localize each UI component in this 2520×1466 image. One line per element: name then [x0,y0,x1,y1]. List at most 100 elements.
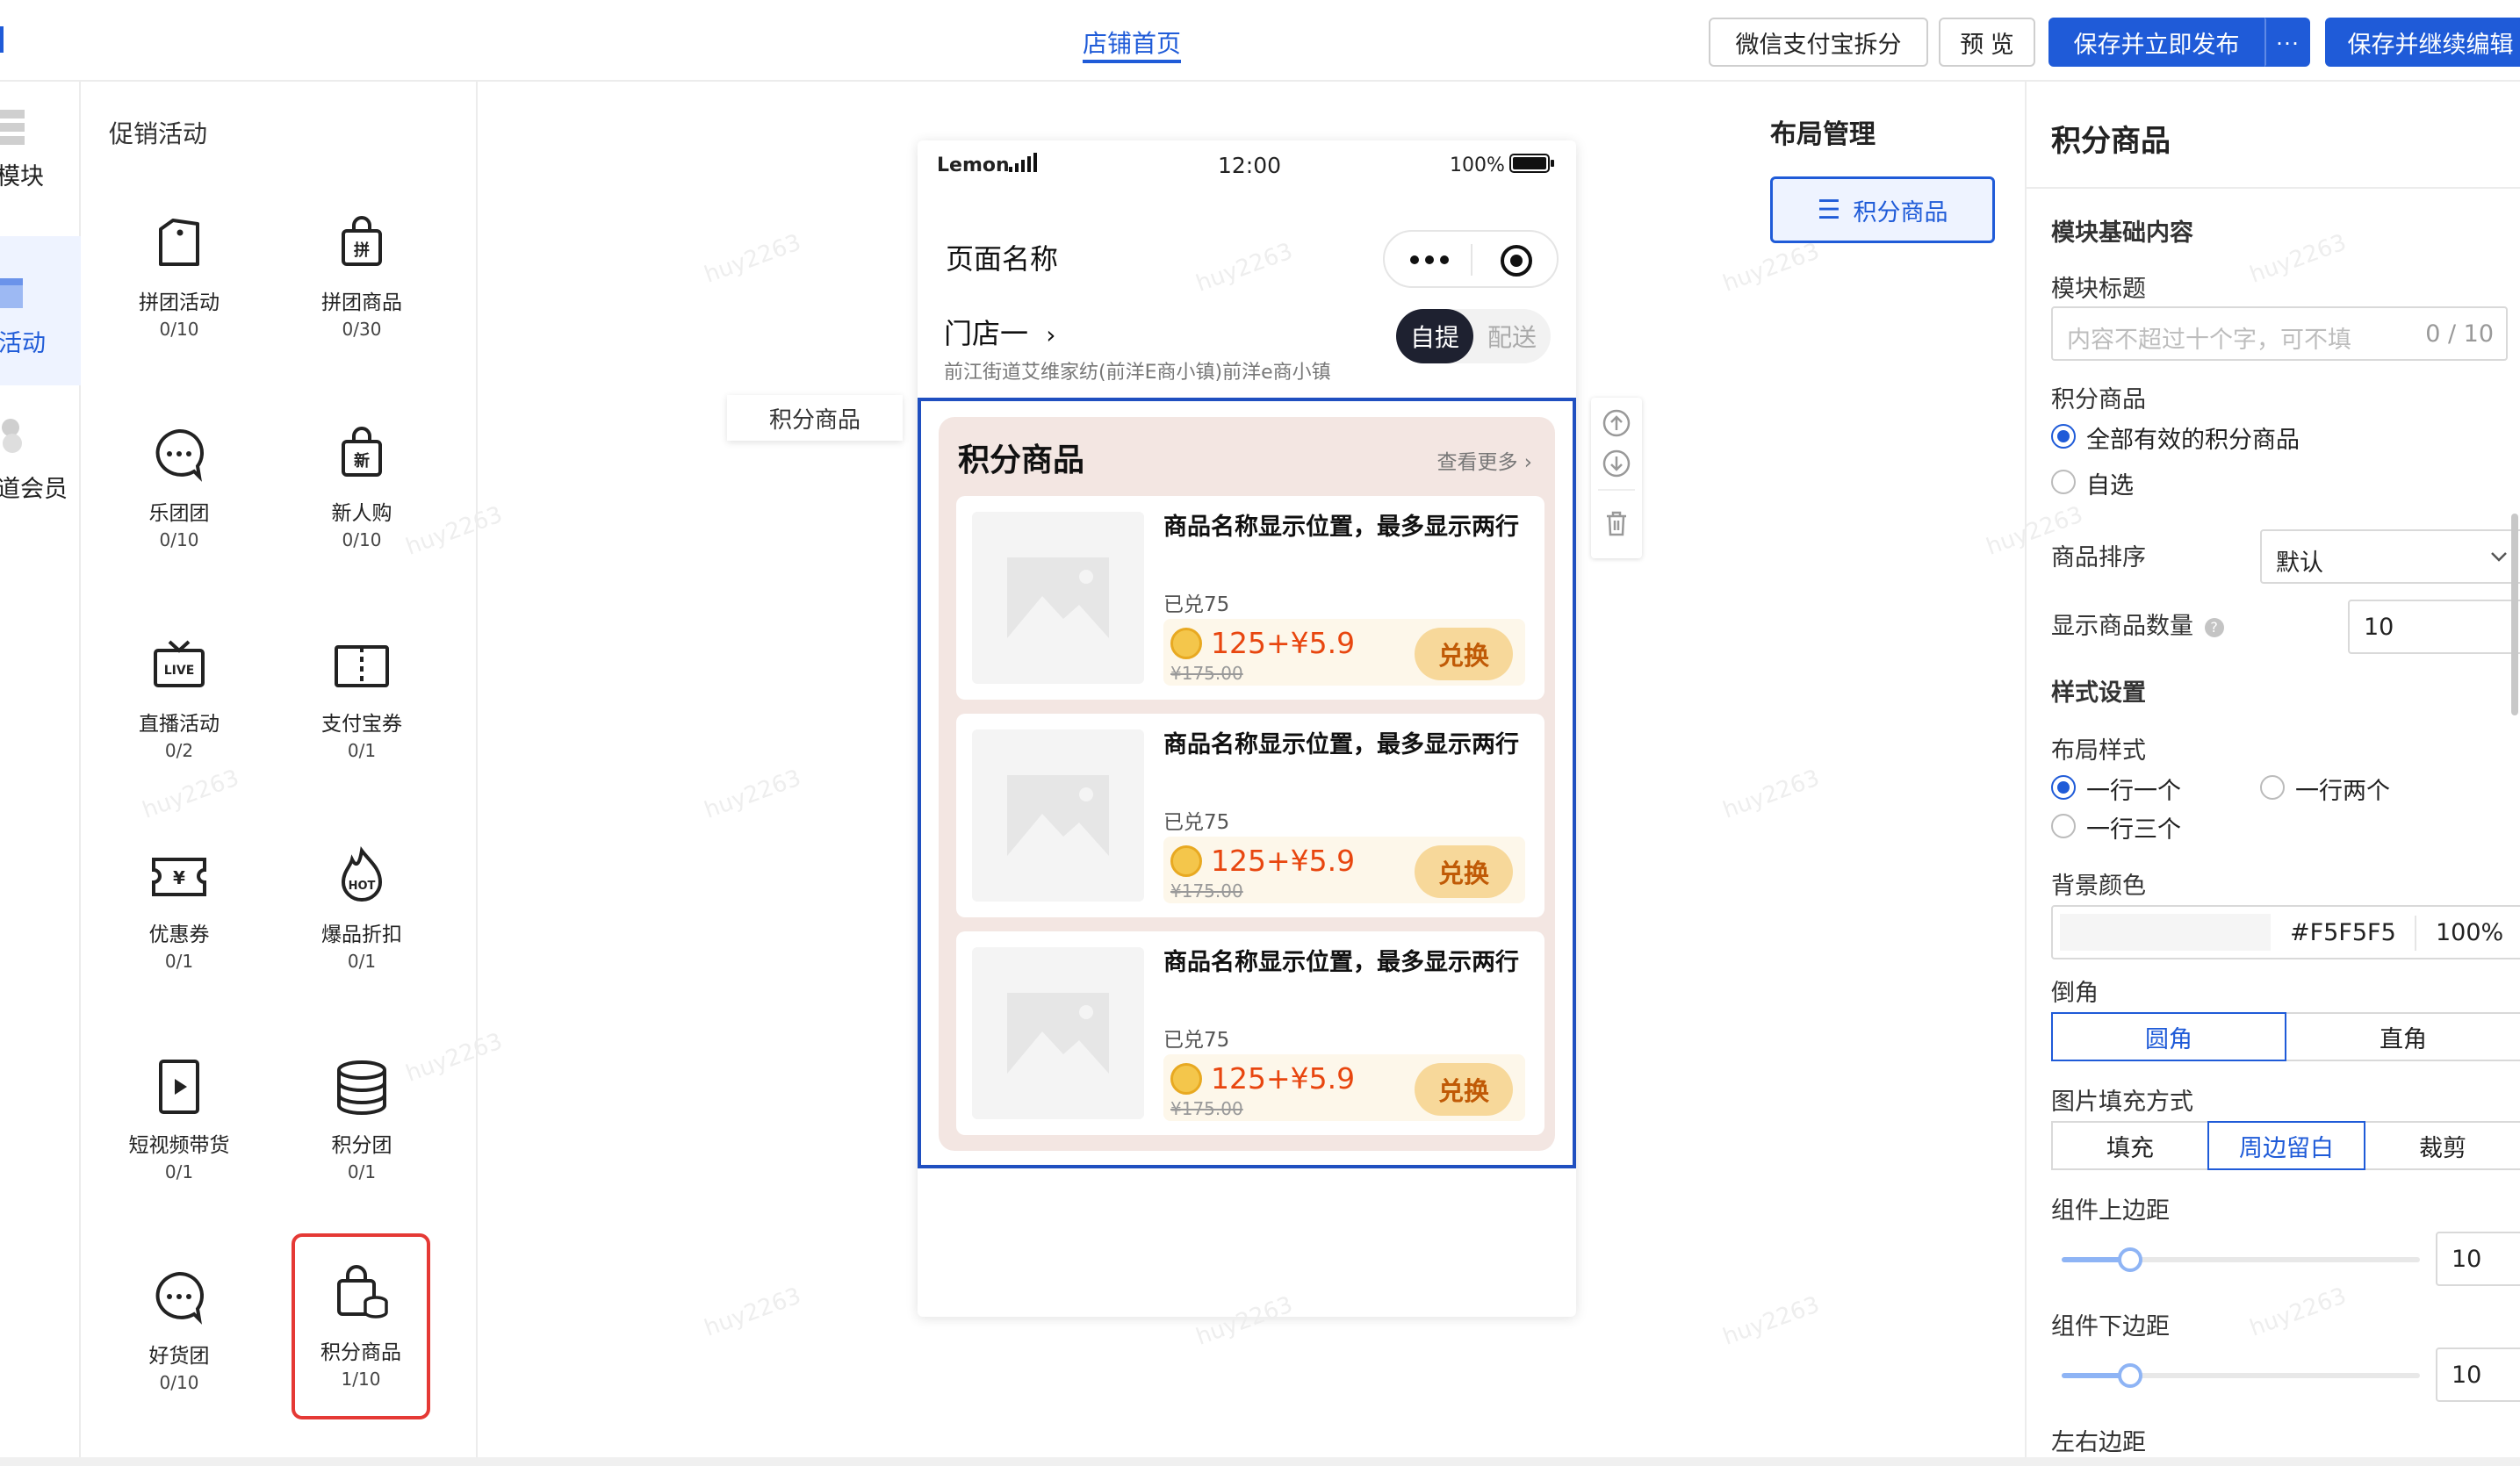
toggle-pickup[interactable]: 自提 [1396,309,1473,363]
move-down-icon[interactable] [1602,449,1631,478]
palette-section-title: 促销活动 [109,119,208,148]
store-name[interactable]: 门店一 › [944,312,1055,352]
publish-more-button[interactable]: ··· [2264,18,2310,67]
miniapp-capsule [1383,230,1559,288]
chevron-down-icon [2491,552,2507,562]
component-name: 爆品折扣 [321,923,402,946]
component-hot-discount[interactable]: HOT 爆品折扣 0/1 [300,837,423,977]
radio-all-goods[interactable] [2051,424,2076,449]
component-new-user[interactable]: 新 新人购 0/10 [300,415,423,556]
product-card[interactable]: 商品名称显示位置，最多显示两行 已兑75 125+¥5.9 ¥175.00 兑换 [956,931,1544,1135]
redeem-button[interactable]: 兑换 [1415,1063,1513,1116]
corner-round[interactable]: 圆角 [2051,1012,2286,1061]
bg-color-picker[interactable]: #F5F5F5 100% [2051,905,2520,959]
product-card[interactable]: 商品名称显示位置，最多显示两行 已兑75 125+¥5.9 ¥175.00 兑换 [956,714,1544,917]
component-good-goods-group[interactable]: 好货团 0/10 [118,1258,241,1398]
move-up-icon[interactable] [1602,408,1631,438]
fill-mode-pad[interactable]: 周边留白 [2207,1121,2365,1170]
svg-text:¥: ¥ [173,867,185,888]
coin-icon [1170,845,1202,877]
component-count: 0/30 [342,319,382,340]
component-live[interactable]: LIVE 直播活动 0/2 [118,626,241,766]
save-publish-button[interactable]: 保存并立即发布 [2048,18,2264,67]
svg-text:LIVE: LIVE [164,664,195,678]
sort-value: 默认 [2276,550,2323,577]
product-title: 商品名称显示位置，最多显示两行 [1163,949,1519,976]
more-dots-icon[interactable] [1409,253,1450,267]
redeem-button[interactable]: 兑换 [1415,628,1513,680]
component-count: 0/1 [347,740,377,761]
phone-status-bar: Lemon 12:00 100% [918,140,1576,193]
layout-manager: 布局管理 ☰ 积分商品 [1739,82,2025,1466]
layout-item-points-goods[interactable]: ☰ 积分商品 [1770,176,1995,243]
sort-select[interactable]: 默认 [2260,529,2520,584]
radio-layout-three[interactable] [2051,814,2076,838]
delete-trash-icon[interactable] [1602,508,1631,538]
count-label-text: 显示商品数量 [2051,613,2193,640]
tab-store-home[interactable]: 店铺首页 [1083,25,1181,60]
product-image-placeholder [972,947,1144,1119]
component-points-goods[interactable]: 积分商品 1/10 [292,1233,430,1419]
component-group-buy[interactable]: 拼团活动 0/10 [118,205,241,345]
module-title: 积分商品 [958,442,1085,478]
component-count: 0/10 [342,529,382,550]
blocks-icon [0,110,25,145]
fill-mode-fill[interactable]: 填充 [2051,1121,2209,1170]
component-palette: 促销活动 拼团活动 0/10 拼 拼团商品 0/30 乐团团 0/10 新 新人… [81,82,478,1466]
image-placeholder-icon [1007,993,1109,1074]
help-icon[interactable]: ? [2204,617,2224,637]
member-icon [2,419,22,453]
component-alipay-coupon[interactable]: 支付宝券 0/1 [300,626,423,766]
bg-color-swatch[interactable] [2060,914,2271,951]
component-count: 1/10 [341,1369,381,1390]
module-title-input[interactable]: 内容不超过十个字，可不填 0 / 10 [2051,306,2508,361]
save-continue-button[interactable]: 保存并继续编辑 [2325,18,2520,67]
component-count: 0/10 [159,319,199,340]
selected-module-frame[interactable]: 积分商品 查看更多 › 商品名称显示位置，最多显示两行 已兑75 125+¥5.… [918,398,1576,1168]
radio-layout-one-label: 一行一个 [2086,778,2181,805]
toggle-delivery[interactable]: 配送 [1473,309,1551,363]
component-name: 好货团 [148,1345,210,1368]
svg-text:拼: 拼 [354,241,370,260]
chat-group-icon [155,428,205,482]
corner-square[interactable]: 直角 [2285,1012,2520,1061]
component-group-goods[interactable]: 拼 拼团商品 0/30 [300,205,423,345]
nav-item-activities[interactable]: 活动 [0,236,81,385]
radio-layout-two[interactable] [2260,775,2285,800]
top-margin-input[interactable]: 10 [2436,1232,2520,1286]
layout-item-label: 积分商品 [1853,198,1948,226]
bottom-margin-input[interactable]: 10 [2436,1347,2520,1402]
nav-item-member[interactable]: 道会员 [0,415,81,503]
count-input[interactable]: 10 [2348,600,2520,654]
component-short-video[interactable]: 短视频带货 0/1 [118,1047,241,1188]
page-title: 页面名称 [946,242,1059,276]
bg-color-hex: #F5F5F5 [2290,919,2396,946]
component-le-tuan[interactable]: 乐团团 0/10 [118,415,241,556]
radio-layout-one[interactable] [2051,775,2076,800]
radio-custom-goods[interactable] [2051,470,2076,494]
component-coupon[interactable]: ¥ 优惠券 0/1 [118,837,241,977]
store-name-text: 门店一 [944,317,1029,350]
coin-stack-icon [337,1060,386,1115]
bottom-margin-slider-knob[interactable] [2118,1363,2142,1388]
settings-scrollbar[interactable] [2511,514,2518,715]
fill-mode-crop[interactable]: 裁剪 [2364,1121,2520,1170]
view-more-link[interactable]: 查看更多 › [1436,445,1532,475]
delivery-toggle[interactable]: 自提 配送 [1396,309,1551,363]
coin-icon [1170,1063,1202,1095]
close-target-icon[interactable] [1499,243,1534,278]
product-card[interactable]: 商品名称显示位置，最多显示两行 已兑75 125+¥5.9 ¥175.00 兑换 [956,496,1544,700]
points-price: 125+¥5.9 [1211,626,1356,660]
points-goods-module: 积分商品 查看更多 › 商品名称显示位置，最多显示两行 已兑75 125+¥5.… [939,417,1555,1151]
component-points-group[interactable]: 积分团 0/1 [300,1047,423,1188]
module-title-label: 模块标题 [2051,276,2146,303]
preview-button[interactable]: 预 览 [1939,18,2035,67]
redeem-button[interactable]: 兑换 [1415,845,1513,898]
wechat-alipay-split-button[interactable]: 微信支付宝拆分 [1709,18,1928,67]
top-margin-slider-knob[interactable] [2118,1247,2142,1272]
component-name: 短视频带货 [128,1134,230,1157]
nav-item-modules[interactable]: 模块 [0,108,81,196]
group-bag-icon: 拼 [342,216,382,266]
product-image-placeholder [972,729,1144,902]
settings-panel: 积分商品 模块基础内容 模块标题 内容不超过十个字，可不填 0 / 10 积分商… [2025,82,2520,1466]
